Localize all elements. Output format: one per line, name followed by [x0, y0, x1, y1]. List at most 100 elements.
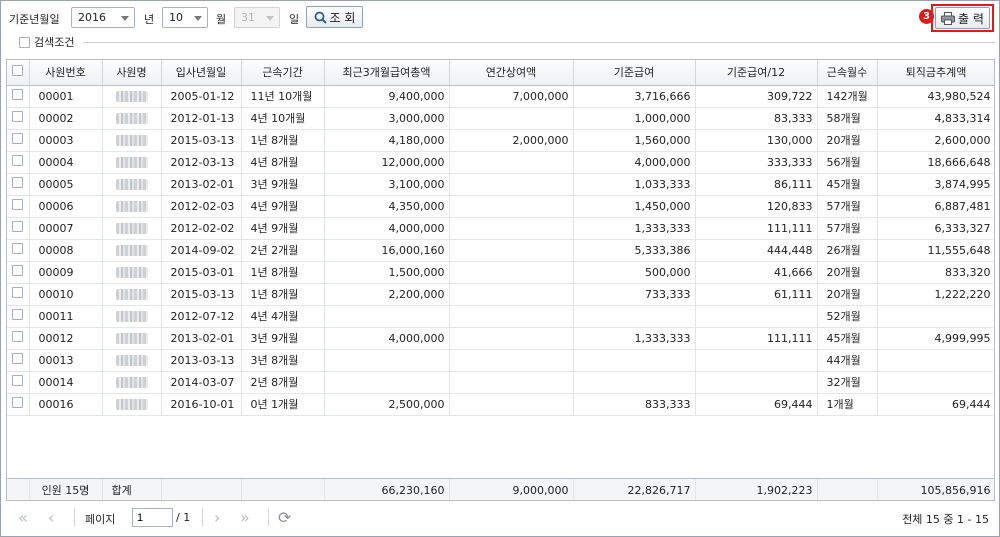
table-row[interactable]: 00005 2013-02-01 3년 9개월 3,100,000 1,033,333 8… — [7, 173, 994, 196]
employee-name — [102, 85, 162, 108]
employee-number: 00008 — [29, 239, 103, 262]
year-select[interactable]: 2016 — [71, 7, 135, 28]
annual-bonus — [449, 151, 574, 174]
column-header[interactable]: 사원번호 — [29, 60, 103, 86]
row-checkbox[interactable] — [12, 155, 24, 166]
join-date: 2012-03-13 — [161, 151, 242, 174]
base-pay-12: 120,833 — [695, 195, 818, 218]
service-months: 26개월 — [817, 239, 878, 262]
table-row[interactable]: 00012 2013-02-01 3년 9개월 4,000,000 1,333,333 1… — [7, 327, 994, 350]
row-checkbox[interactable] — [12, 265, 24, 276]
select-all-checkbox[interactable] — [12, 65, 24, 77]
employee-name — [102, 239, 162, 262]
page-input[interactable] — [132, 508, 173, 527]
service-period: 4년 9개월 — [241, 195, 325, 218]
row-checkbox[interactable] — [12, 133, 24, 144]
month-select[interactable]: 10 — [162, 7, 208, 28]
row-checkbox[interactable] — [12, 353, 24, 364]
total-recent-3month-pay: 66,230,160 — [324, 479, 450, 500]
table-row[interactable]: 00011 2012-07-12 4년 4개월 52개월 — [7, 305, 994, 328]
last-page-icon[interactable]: » — [240, 508, 250, 527]
column-header[interactable]: 입사년월일 — [161, 60, 242, 86]
annual-bonus — [449, 305, 574, 328]
column-header[interactable]: 연간상여액 — [449, 60, 574, 86]
employee-name — [102, 107, 162, 130]
chevron-down-icon — [266, 16, 274, 21]
table-row[interactable]: 00001 2005-01-12 11년 10개월 9,400,000 7,000,00… — [7, 85, 994, 108]
severance-estimate: 18,666,648 — [877, 151, 994, 174]
row-checkbox[interactable] — [12, 111, 24, 122]
table-row[interactable]: 00002 2012-01-13 4년 10개월 3,000,000 1,000,000… — [7, 107, 994, 130]
service-months: 57개월 — [817, 217, 878, 240]
row-checkbox[interactable] — [12, 221, 24, 232]
base-pay: 4,000,000 — [573, 151, 696, 174]
column-header[interactable]: 근속기간 — [241, 60, 325, 86]
toolbar: 기준년월일 2016 년 10 월 31 일 조 회 3 출 력 — [1, 1, 999, 33]
annual-bonus — [449, 239, 574, 262]
employee-number: 00004 — [29, 151, 103, 174]
table-row[interactable]: 00010 2015-03-13 1년 8개월 2,200,000 733,333 61,… — [7, 283, 994, 306]
window-frame: 기준년월일 2016 년 10 월 31 일 조 회 3 출 력 검색조건 사원… — [0, 0, 1000, 537]
print-button[interactable]: 출 력 — [935, 7, 990, 29]
base-pay: 1,560,000 — [573, 129, 696, 152]
recent-3month-pay: 4,000,000 — [324, 327, 450, 350]
employee-number: 00002 — [29, 107, 103, 130]
total-annual-bonus: 9,000,000 — [449, 479, 574, 500]
recent-3month-pay: 1,500,000 — [324, 261, 450, 284]
column-header[interactable]: 사원명 — [102, 60, 162, 86]
column-header[interactable]: 근속월수 — [817, 60, 878, 86]
service-months: 20개월 — [817, 129, 878, 152]
service-months: 52개월 — [817, 305, 878, 328]
table-row[interactable]: 00003 2015-03-13 1년 8개월 4,180,000 2,000,000 1… — [7, 129, 994, 152]
base-pay-12: 111,111 — [695, 327, 818, 350]
recent-3month-pay: 4,000,000 — [324, 217, 450, 240]
table-row[interactable]: 00004 2012-03-13 4년 8개월 12,000,000 4,000,000… — [7, 151, 994, 174]
join-date: 2012-07-12 — [161, 305, 242, 328]
column-header[interactable]: 최근3개월급여총액 — [324, 60, 450, 86]
employee-name — [102, 305, 162, 328]
select-all-header[interactable] — [7, 60, 30, 86]
search-icon — [314, 11, 327, 24]
refresh-icon[interactable]: ⟳ — [278, 508, 291, 527]
column-header[interactable]: 기준급여/12 — [695, 60, 818, 86]
page-label: 페이지 — [85, 513, 116, 526]
row-checkbox[interactable] — [12, 199, 24, 210]
table-row[interactable]: 00016 2016-10-01 0년 1개월 2,500,000 833,333 69,… — [7, 393, 994, 416]
redacted-name — [115, 201, 148, 212]
redacted-name — [115, 289, 148, 300]
service-months: 57개월 — [817, 195, 878, 218]
redacted-name — [115, 333, 148, 344]
month-value: 10 — [169, 11, 183, 24]
annual-bonus — [449, 371, 574, 394]
prev-page-icon[interactable]: ‹ — [48, 508, 54, 527]
row-checkbox[interactable] — [12, 287, 24, 298]
search-condition-checkbox[interactable] — [19, 36, 30, 48]
first-page-icon[interactable]: « — [18, 508, 28, 527]
column-header[interactable]: 퇴직금추계액 — [877, 60, 994, 86]
employee-name — [102, 261, 162, 284]
join-date: 2013-02-01 — [161, 173, 242, 196]
column-header[interactable]: 기준급여 — [573, 60, 696, 86]
table-row[interactable]: 00009 2015-03-01 1년 8개월 1,500,000 500,000 41,… — [7, 261, 994, 284]
table-row[interactable]: 00013 2013-03-13 3년 8개월 44개월 — [7, 349, 994, 372]
table-row[interactable]: 00008 2014-09-02 2년 2개월 16,000,160 5,333,386… — [7, 239, 994, 262]
row-checkbox[interactable] — [12, 397, 24, 408]
next-page-icon[interactable]: › — [214, 508, 220, 527]
row-checkbox[interactable] — [12, 243, 24, 254]
search-condition-toggle[interactable]: 검색조건 — [19, 35, 74, 49]
row-checkbox[interactable] — [12, 331, 24, 342]
table-row[interactable]: 00014 2014-03-07 2년 8개월 32개월 — [7, 371, 994, 394]
chevron-down-icon — [121, 16, 129, 21]
divider — [74, 508, 75, 526]
row-checkbox[interactable] — [12, 177, 24, 188]
row-checkbox[interactable] — [12, 89, 24, 100]
headcount: 인원 15명 — [29, 479, 103, 500]
row-checkbox[interactable] — [12, 375, 24, 386]
search-button[interactable]: 조 회 — [306, 6, 363, 28]
base-pay: 500,000 — [573, 261, 696, 284]
row-checkbox[interactable] — [12, 309, 24, 320]
table-row[interactable]: 00007 2012-02-02 4년 9개월 4,000,000 1,333,333 1… — [7, 217, 994, 240]
base-pay-12: 130,000 — [695, 129, 818, 152]
table-row[interactable]: 00006 2012-02-03 4년 9개월 4,350,000 1,450,000 1… — [7, 195, 994, 218]
base-pay: 1,333,333 — [573, 327, 696, 350]
